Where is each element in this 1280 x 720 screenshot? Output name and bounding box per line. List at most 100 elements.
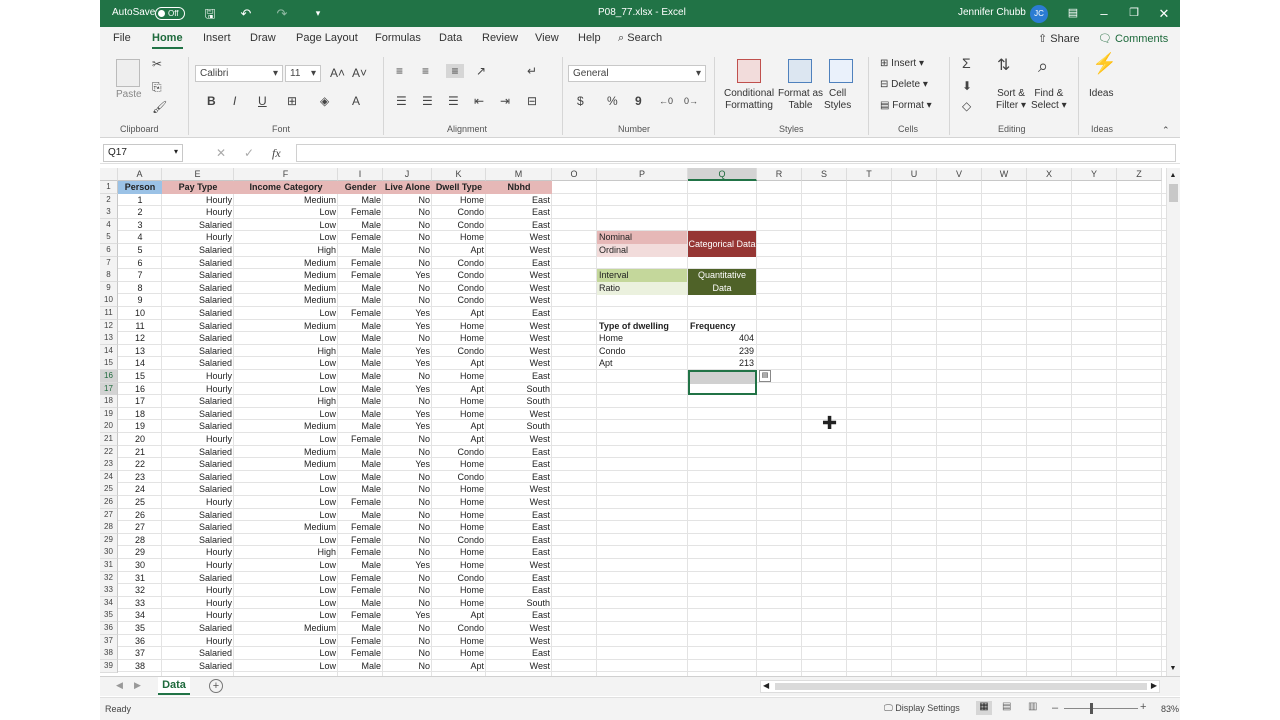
font-name-dropdown[interactable]: Calibri ▾ [195,65,283,82]
table-cell[interactable]: Male [338,471,383,484]
ideas-button[interactable]: Ideas [1089,88,1113,99]
table-cell[interactable]: Male [338,395,383,408]
table-cell[interactable]: Salaried [162,446,234,459]
tab-home[interactable]: Home [152,32,183,49]
table-cell[interactable]: Salaried [162,483,234,496]
table-cell[interactable]: Hourly [162,231,234,244]
freq-label-home[interactable]: Home [597,332,687,345]
table-cell[interactable]: High [234,395,338,408]
column-header-p[interactable]: P [597,168,688,181]
table-cell[interactable]: Male [338,458,383,471]
table-cell[interactable]: Home [432,559,486,572]
table-cell[interactable]: No [383,370,432,383]
table-cell[interactable]: No [383,446,432,459]
table-cell[interactable]: Home [432,521,486,534]
table-cell[interactable]: Low [234,408,338,421]
table-cell[interactable]: Female [338,534,383,547]
zoom-slider-thumb[interactable] [1090,703,1093,714]
tab-data[interactable]: Data [439,32,462,44]
prev-sheet-icon[interactable]: ◀ [116,680,123,691]
table-cell[interactable]: 17 [118,395,162,408]
sort-filter-icon[interactable]: ⇅ [997,58,1010,74]
row-header-14[interactable]: 14 [100,344,118,358]
table-cell[interactable]: Low [234,332,338,345]
table-cell[interactable]: Home [432,496,486,509]
row-header-37[interactable]: 37 [100,634,118,648]
table-cell[interactable]: Salaried [162,219,234,232]
row-header-36[interactable]: 36 [100,622,118,635]
table-cell[interactable]: 16 [118,383,162,396]
table-cell[interactable]: Condo [432,269,486,282]
table-cell[interactable]: Female [338,609,383,622]
legend-categorical-data[interactable]: Categorical Data [688,231,756,258]
table-cell[interactable]: West [486,357,552,370]
table-cell[interactable]: Hourly [162,609,234,622]
conditional-formatting-icon[interactable] [737,59,761,83]
table-cell[interactable]: Apt [432,357,486,370]
ideas-icon[interactable]: ⚡ [1092,54,1117,74]
column-header-s[interactable]: S [802,168,847,181]
table-cell[interactable]: West [486,660,552,673]
table-cell[interactable]: 12 [118,332,162,345]
wrap-text-icon[interactable]: ↵ [527,64,537,78]
row-header-8[interactable]: 8 [100,269,118,283]
row-header-34[interactable]: 34 [100,596,118,610]
table-cell[interactable]: Apt [432,383,486,396]
table-cell[interactable]: Female [338,433,383,446]
table-cell[interactable]: Female [338,572,383,585]
table-cell[interactable]: East [486,219,552,232]
table-cell[interactable]: No [383,332,432,345]
table-cell[interactable]: West [486,294,552,307]
table-cell[interactable]: Female [338,307,383,320]
table-cell[interactable]: Female [338,635,383,648]
table-cell[interactable]: Hourly [162,383,234,396]
row-header-32[interactable]: 32 [100,571,118,585]
table-cell[interactable]: Low [234,383,338,396]
search-box[interactable]: ⌕ Search [618,32,662,45]
table-cell[interactable]: Female [338,496,383,509]
table-cell[interactable]: Hourly [162,546,234,559]
table-cell[interactable]: East [486,534,552,547]
table-cell[interactable]: Condo [432,282,486,295]
tab-file[interactable]: File [113,32,131,44]
row-header-7[interactable]: 7 [100,256,118,270]
table-cell[interactable]: No [383,534,432,547]
normal-view-icon[interactable]: ▦ [976,701,992,715]
table-cell[interactable]: West [486,320,552,333]
table-cell[interactable]: Hourly [162,206,234,219]
sort-filter-button[interactable]: Sort & Filter ▾ [996,88,1026,112]
table-cell[interactable]: Medium [234,294,338,307]
table-cell[interactable]: Condo [432,206,486,219]
table-cell[interactable]: Home [432,194,486,207]
column-header-x[interactable]: X [1027,168,1072,181]
table-cell[interactable]: Salaried [162,521,234,534]
zoom-slider[interactable] [1064,708,1138,709]
row-header-24[interactable]: 24 [100,470,118,484]
decrease-font-icon[interactable]: A˅ [352,66,367,80]
column-header-u[interactable]: U [892,168,937,181]
table-cell[interactable]: Salaried [162,408,234,421]
add-sheet-button[interactable]: + [209,679,223,693]
table-cell[interactable]: Low [234,509,338,522]
table-cell[interactable]: Hourly [162,584,234,597]
align-right-icon[interactable]: ☰ [448,94,459,108]
row-header-22[interactable]: 22 [100,445,118,459]
format-cells-button[interactable]: ▤ Format ▾ [880,100,932,111]
table-header[interactable]: Nbhd [486,181,552,194]
table-cell[interactable]: Hourly [162,559,234,572]
table-cell[interactable]: Salaried [162,282,234,295]
table-cell[interactable]: Home [432,370,486,383]
table-cell[interactable]: Condo [432,471,486,484]
row-header-39[interactable]: 39 [100,659,118,673]
table-cell[interactable]: Male [338,383,383,396]
freq-value-apt[interactable]: 213 [688,357,756,370]
table-cell[interactable]: 18 [118,408,162,421]
increase-font-icon[interactable]: A˄ [330,66,345,80]
table-cell[interactable]: Male [338,357,383,370]
table-cell[interactable]: Medium [234,446,338,459]
row-header-18[interactable]: 18 [100,395,118,409]
table-cell[interactable]: 32 [118,584,162,597]
avatar[interactable]: JC [1030,5,1048,23]
freq-value-home[interactable]: 404 [688,332,756,345]
cell-styles-button[interactable]: Cell Styles [824,88,851,112]
